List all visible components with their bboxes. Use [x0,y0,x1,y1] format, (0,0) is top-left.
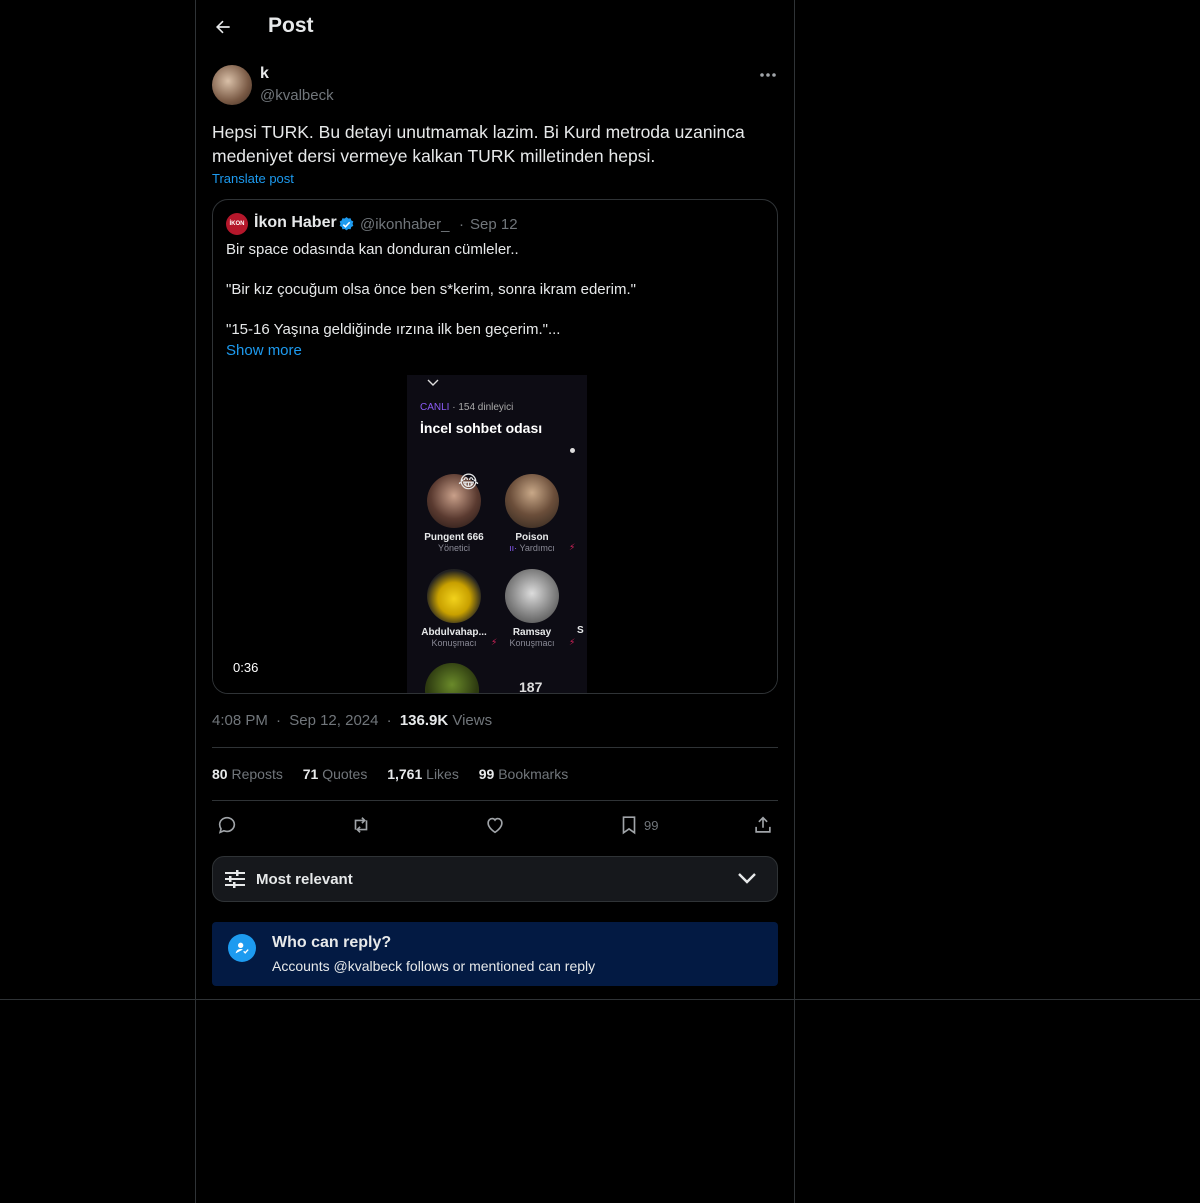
divider [212,800,778,801]
quote-text-line: Bir space odasında kan donduran cümleler… [226,241,519,258]
space-speaker: Poison ıı· Yardımcı [492,474,572,553]
likes-stat[interactable]: 1,761 Likes [387,766,459,782]
video-player[interactable]: CANLI · 154 dinleyici İncel sohbet odası… [213,375,777,693]
speaker-avatar [505,474,559,528]
reposts-stat[interactable]: 80 Reposts [212,766,283,782]
quotes-label: Quotes [322,766,368,782]
space-speaker: Pungent 666 Yönetici [414,474,494,553]
quote-logo-text: İKON [229,221,245,227]
more-icon [760,73,776,77]
likes-label: Likes [426,766,459,782]
bookmarks-stat[interactable]: 99 Bookmarks [479,766,569,782]
author-name[interactable]: k [260,65,269,83]
reply-button[interactable] [216,814,238,836]
quoted-post[interactable]: İKON İkon Haber @ikonhaber_ · Sep 12 Bir… [212,199,778,694]
reply-restriction-notice: Who can reply? Accounts @kvalbeck follow… [212,922,778,986]
post-stats: 80 Reposts 71 Quotes 1,761 Likes 99 Book… [212,766,568,782]
space-title: İncel sohbet odası [420,420,543,436]
speaker-name: Ramsay [512,627,552,638]
speaker-name: Abdulvahap... [421,627,487,638]
mic-off-icon: ⚡ [569,542,576,552]
views-label: Views [452,712,493,729]
quotes-count: 71 [302,766,319,782]
dot [570,448,575,453]
user-check-icon [228,934,256,962]
bookmark-button[interactable]: 99 [618,814,658,836]
space-live-label: CANLI [420,402,450,413]
speaker-avatar [427,569,481,623]
quote-avatar: İKON [226,213,248,235]
heart-icon [487,817,503,834]
laughing-emoji-icon: 😂 [458,472,480,492]
quote-dot-separator: · [459,216,464,233]
speaker-role: Konuşmacı [431,638,477,648]
translate-link[interactable]: Translate post [212,171,294,186]
share-icon [755,816,771,833]
share-button[interactable] [752,814,774,836]
sort-label: Most relevant [256,871,353,888]
bookmark-count: 99 [644,817,659,833]
reply-notice-title: Who can reply? [272,934,392,951]
reply-notice-subtitle: Accounts @kvalbeck follows or mentioned … [272,958,596,974]
chevron-down-icon [738,873,756,884]
bookmarks-count: 99 [478,766,495,782]
space-speaker: Abdulvahap... Konuşmacı [414,569,494,648]
like-button[interactable] [484,814,506,836]
verified-icon [338,216,355,233]
post-timestamp: 4:08 PM · Sep 12, 2024 · 136.9K Views [212,712,493,729]
mic-off-icon: ⚡ [569,637,576,647]
quote-text-line: "15-16 Yaşına geldiğinde ırzına ilk ben … [226,321,561,338]
quote-author-handle: @ikonhaber_ [360,216,450,233]
chevron-down-icon [427,379,439,386]
speaker-avatar [505,569,559,623]
repost-button[interactable] [350,814,372,836]
speaker-role: Yönetici [437,543,471,553]
post-text-line: medeniyet dersi vermeye kalkan TURK mill… [212,146,656,166]
speaker-role-text: Yardımcı [519,543,555,553]
page-title: Post [268,14,314,37]
reply-icon [218,816,236,834]
speaker-name: Poison [515,532,549,543]
speaker-name: Pungent 666 [424,532,484,543]
author-handle[interactable]: @kvalbeck [260,87,334,104]
more-button[interactable] [756,64,780,86]
space-screenshot: CANLI · 154 dinleyici İncel sohbet odası… [407,375,587,693]
avatar[interactable] [212,65,252,105]
bookmark-icon [622,816,636,835]
post-text-line: Hepsi TURK. Bu detayi unutmamak lazim. B… [212,122,745,142]
space-live-info: CANLI · 154 dinleyici [420,402,513,413]
divider [212,747,778,748]
speaker-role: ıı· Yardımcı [492,543,572,553]
audio-bars-icon: ıı· [509,543,518,553]
space-listeners: · 154 dinleyici [452,402,514,413]
show-more-link[interactable]: Show more [226,342,302,359]
repost-icon [354,817,368,833]
bookmarks-label: Bookmarks [498,766,569,782]
quote-author-name: İkon Haber [254,214,337,231]
speaker-avatar [425,663,479,693]
partial-number: 187 [519,679,543,693]
speaker-name: S [577,625,584,636]
likes-count: 1,761 [387,766,423,782]
video-duration: 0:36 [226,658,266,677]
quotes-stat[interactable]: 71 Quotes [303,766,368,782]
arrow-left-icon [216,20,230,34]
reposts-label: Reposts [231,766,283,782]
back-button[interactable] [208,12,238,42]
post-time[interactable]: 4:08 PM [212,712,268,729]
views-count: 136.9K [399,712,449,729]
quote-text-line: "Bir kız çocuğum olsa önce ben s*kerim, … [226,281,636,298]
sliders-icon [225,870,245,888]
space-speaker: Ramsay Konuşmacı [492,569,572,648]
post-text: Hepsi TURK. Bu detayi unutmamak lazim. B… [212,120,772,168]
reposts-count: 80 [212,766,228,782]
post-date[interactable]: Sep 12, 2024 [289,712,378,729]
divider [0,999,1200,1000]
sort-dropdown[interactable]: Most relevant [212,856,778,902]
quote-date: Sep 12 [470,216,518,233]
speaker-role: Konuşmacı [509,638,555,648]
